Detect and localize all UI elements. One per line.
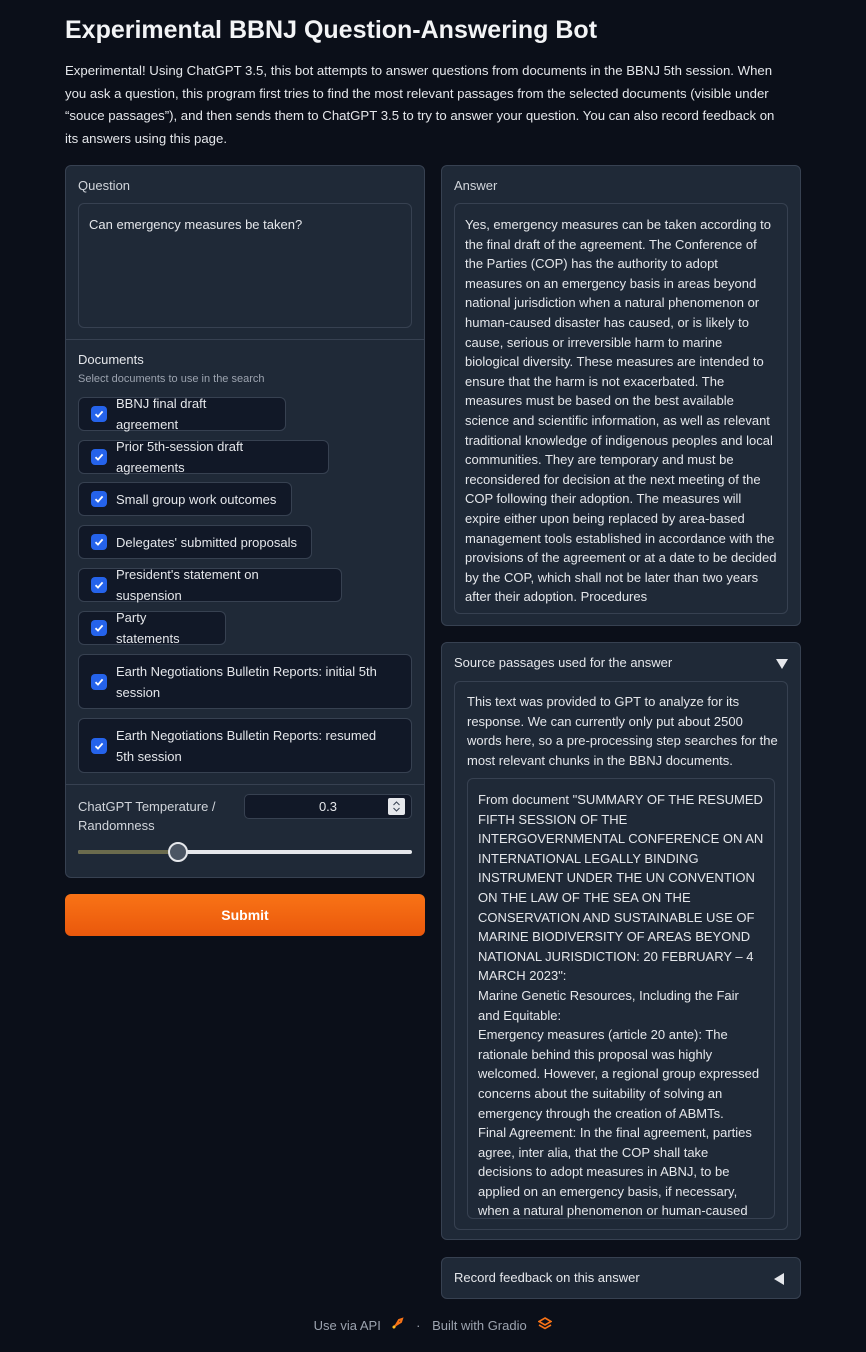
checkbox-checked-icon[interactable] xyxy=(91,737,107,754)
checkbox-checked-icon[interactable] xyxy=(91,620,107,636)
doc-checkbox-party-statements[interactable]: Party statements xyxy=(78,610,226,646)
built-with-gradio-link[interactable]: Built with Gradio xyxy=(432,1318,527,1333)
question-input[interactable]: Can emergency measures be taken? xyxy=(78,203,412,328)
checkbox-checked-icon[interactable] xyxy=(91,673,107,690)
feedback-label[interactable]: Record feedback on this answer xyxy=(454,1270,640,1285)
answer-output[interactable]: Yes, emergency measures can be taken acc… xyxy=(454,203,788,614)
footer: Use via API · Built with Gradio xyxy=(0,1317,866,1334)
triangle-down-icon[interactable] xyxy=(776,657,788,675)
doc-checkbox-label: Prior 5th-session draft agreements xyxy=(116,439,244,475)
doc-checkbox-prior-drafts[interactable]: Prior 5th-session draft agreements xyxy=(78,439,329,475)
use-via-api-link[interactable]: Use via API xyxy=(314,1318,381,1333)
temperature-slider-fill xyxy=(78,850,179,854)
source-paragraph: Emergency measures (article 20 ante): Th… xyxy=(478,1027,760,1121)
footer-separator: · xyxy=(416,1318,421,1334)
documents-label: Documents xyxy=(78,352,144,367)
documents-hint: Select documents to use in the search xyxy=(78,373,265,385)
checkbox-checked-icon[interactable] xyxy=(91,577,107,593)
page-intro: Experimental! Using ChatGPT 3.5, this bo… xyxy=(65,63,775,147)
source-paragraph: Marine Genetic Resources, Including the … xyxy=(478,987,739,1023)
doc-checkbox-label: BBNJ final draft agreement xyxy=(116,396,207,432)
submit-button[interactable]: Submit xyxy=(65,894,425,936)
doc-checkbox-presidents-statement[interactable]: President's statement on suspension xyxy=(78,567,342,603)
checkbox-checked-icon[interactable] xyxy=(91,491,107,507)
doc-checkbox-small-group[interactable]: Small group work outcomes xyxy=(78,482,292,516)
doc-checkbox-label: Delegates' submitted proposals xyxy=(116,534,297,550)
doc-checkbox-label: Earth Negotiations Bulletin Reports: res… xyxy=(116,727,377,764)
checkbox-checked-icon[interactable] xyxy=(91,534,107,550)
page-title: Experimental BBNJ Question-Answering Bot xyxy=(65,16,598,44)
spinner-arrows-icon[interactable] xyxy=(388,798,405,815)
doc-checkbox-enb-resumed[interactable]: Earth Negotiations Bulletin Reports: res… xyxy=(78,718,412,773)
source-paragraph: From document "SUMMARY OF THE RESUMED FI… xyxy=(478,792,764,984)
sources-description: This text was provided to GPT to analyze… xyxy=(467,694,778,768)
temperature-number-input[interactable]: 0.3 xyxy=(244,794,412,819)
temperature-value: 0.3 xyxy=(318,799,338,814)
checkbox-checked-icon[interactable] xyxy=(91,449,107,465)
source-paragraph: Final Agreement: In the final agreement,… xyxy=(478,1125,752,1219)
doc-checkbox-label: Party statements xyxy=(116,610,180,646)
doc-checkbox-label: President's statement on suspension xyxy=(116,567,259,603)
doc-checkbox-label: Small group work outcomes xyxy=(116,491,277,507)
divider xyxy=(66,784,424,785)
doc-checkbox-delegates-proposals[interactable]: Delegates' submitted proposals xyxy=(78,525,312,559)
doc-checkbox-label: Earth Negotiations Bulletin Reports: ini… xyxy=(116,663,377,700)
answer-label: Answer xyxy=(454,178,498,193)
sources-label[interactable]: Source passages used for the answer xyxy=(454,655,672,670)
rocket-icon xyxy=(390,1317,405,1334)
temperature-label: ChatGPT Temperature / Randomness xyxy=(78,799,216,833)
gradio-logo-icon xyxy=(537,1317,553,1334)
triangle-left-icon[interactable] xyxy=(774,1272,785,1290)
question-label: Question xyxy=(78,178,131,193)
divider xyxy=(66,339,424,340)
source-passages-text[interactable]: From document "SUMMARY OF THE RESUMED FI… xyxy=(467,778,775,1219)
doc-checkbox-final-draft[interactable]: BBNJ final draft agreement xyxy=(78,396,286,432)
checkbox-checked-icon[interactable] xyxy=(91,406,107,422)
doc-checkbox-enb-initial[interactable]: Earth Negotiations Bulletin Reports: ini… xyxy=(78,654,412,709)
